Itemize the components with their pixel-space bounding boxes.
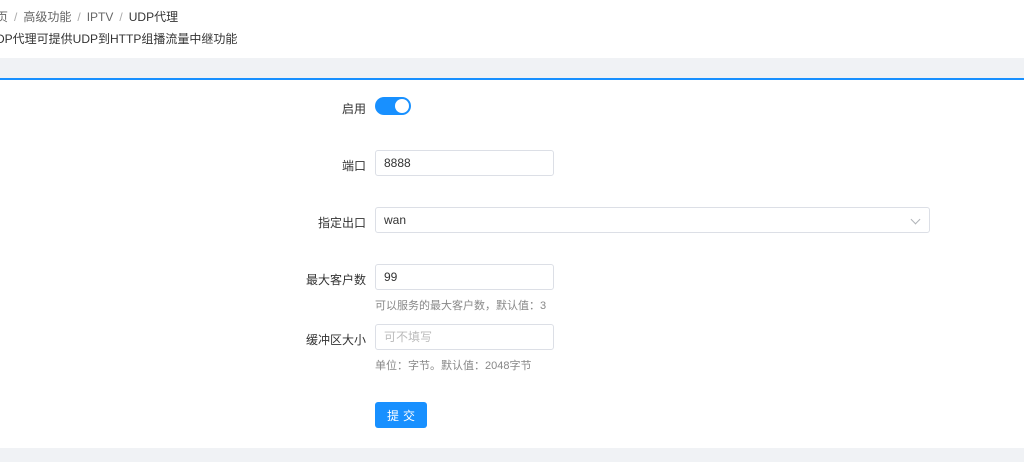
interface-select-value: wan (384, 213, 407, 227)
buffer-size-help: 单位：字节。默认值：2048字节 (375, 360, 532, 372)
enable-label: 启用 (341, 102, 366, 116)
toggle-knob (395, 99, 409, 113)
chevron-down-icon (910, 214, 921, 225)
interface-select[interactable]: wan (375, 207, 930, 233)
breadcrumb-item-home[interactable]: 页 (0, 10, 8, 24)
page-bottom-band (0, 448, 1024, 462)
breadcrumb-separator: / (14, 10, 18, 24)
port-label: 端口 (341, 159, 366, 173)
interface-label: 指定出口 (317, 216, 366, 230)
breadcrumb: 页 / 高级功能 / IPTV / UDP代理 (0, 8, 178, 25)
port-input[interactable] (375, 150, 554, 176)
buffer-size-input[interactable] (375, 324, 554, 350)
enable-toggle[interactable] (375, 97, 411, 115)
breadcrumb-separator: / (77, 10, 81, 24)
breadcrumb-item-iptv[interactable]: IPTV (87, 10, 114, 24)
buffer-size-label: 缓冲区大小 (305, 333, 366, 347)
breadcrumb-item-current: UDP代理 (128, 10, 179, 24)
max-clients-label: 最大客户数 (305, 273, 366, 287)
max-clients-help: 可以服务的最大客户数，默认值：3 (375, 300, 547, 312)
section-gap (0, 58, 1024, 78)
breadcrumb-separator: / (119, 10, 123, 24)
max-clients-input[interactable] (375, 264, 554, 290)
page-header: 页 / 高级功能 / IPTV / UDP代理 DP代理可提供UDP到HTTP组播流量中继功… (0, 0, 1024, 56)
submit-button[interactable]: 提交 (375, 402, 427, 428)
page-description: DP代理可提供UDP到HTTP组播流量中继功能 (0, 32, 238, 46)
breadcrumb-item-advanced[interactable]: 高级功能 (23, 10, 71, 24)
